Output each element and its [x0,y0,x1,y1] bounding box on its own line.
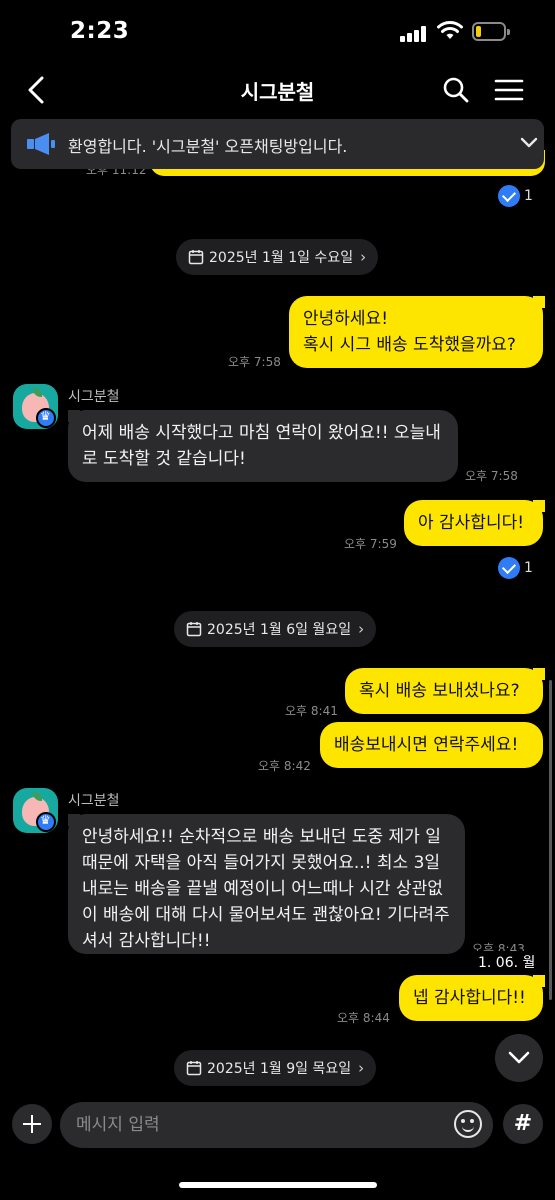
chevron-down-icon[interactable] [519,135,539,151]
chevron-right-icon: › [358,620,365,638]
clock: 2:23 [70,18,130,44]
notice-banner[interactable]: 환영합니다. '시그분철' 오픈채팅방입니다. [11,119,544,169]
message-bubble-me[interactable]: 안녕하세요! 혹시 시그 배송 도착했을까요? [289,296,543,368]
scroll-to-bottom-button[interactable] [495,1034,543,1082]
date-text: 2025년 1월 9일 목요일 [207,1061,352,1077]
hashtag-button[interactable]: # [503,1104,543,1144]
emoticon-icon[interactable] [454,1110,482,1138]
calendar-icon [188,250,204,265]
chat-header: 시그분철 [0,66,555,116]
scroll-date-indicator: 1. 06. 월 [472,951,542,973]
check-icon [498,185,520,207]
read-badge: 1 [498,555,533,581]
message-bubble-me[interactable]: 아 감사합니다! [404,500,543,546]
host-crown-icon [36,408,56,428]
megaphone-icon [27,133,55,155]
scrollbar[interactable] [549,680,552,1000]
add-attachment-button[interactable] [12,1104,52,1144]
message-input[interactable] [76,1110,446,1140]
message-bubble-me[interactable]: 배송보내시면 연락주세요! [320,722,543,768]
message-time: 오후 7:58 [465,469,518,483]
chat-title: 시그분철 [240,80,315,104]
search-icon[interactable] [442,76,470,104]
wifi-icon [437,21,463,39]
message-time: 오후 8:44 [337,1011,390,1025]
message-bubble-other[interactable]: 안녕하세요!! 순차적으로 배송 보내던 도중 제가 일 때문에 자택을 아직 … [68,814,465,954]
host-crown-icon [36,812,56,832]
read-count: 1 [524,188,533,204]
date-divider[interactable]: 2025년 1월 9일 목요일 › [174,1050,377,1086]
home-indicator [179,1182,377,1188]
message-bubble-me[interactable]: 혹시 배송 보내셨나요? [345,668,543,714]
notice-text: 환영합니다. '시그분철' 오픈채팅방입니다. [68,137,348,156]
message-bubble-other[interactable]: 어제 배송 시작했다고 마침 연락이 왔어요!! 오늘내로 도착할 것 같습니다… [68,410,458,482]
calendar-icon [186,622,202,637]
message-time: 오후 8:41 [285,704,338,718]
message-time: 오후 8:42 [258,759,311,773]
date-text: 2025년 1월 1일 수요일 [209,250,354,266]
chevron-right-icon: › [360,248,367,266]
date-divider[interactable]: 2025년 1월 6일 월요일 › [174,611,377,647]
date-divider[interactable]: 2025년 1월 1일 수요일 › [176,239,379,275]
battery-icon [472,22,510,41]
message-input-container [60,1102,493,1148]
message-time: 오후 7:59 [344,537,397,551]
calendar-icon [186,1061,202,1076]
read-badge: 1 [498,183,533,209]
check-icon [498,557,520,579]
menu-icon[interactable] [494,78,524,102]
date-text: 2025년 1월 6일 월요일 [207,622,352,638]
sender-name: 시그분철 [68,793,120,809]
status-bar: 2:23 [0,0,555,66]
message-bubble-me[interactable]: 넵 감사합니다!! [399,975,543,1021]
read-count: 1 [524,560,533,576]
chevron-right-icon: › [358,1059,365,1077]
sender-name: 시그분철 [68,389,120,405]
chevron-down-icon [508,1051,530,1064]
cellular-signal-icon [400,26,428,42]
message-time: 오후 7:58 [228,355,281,369]
